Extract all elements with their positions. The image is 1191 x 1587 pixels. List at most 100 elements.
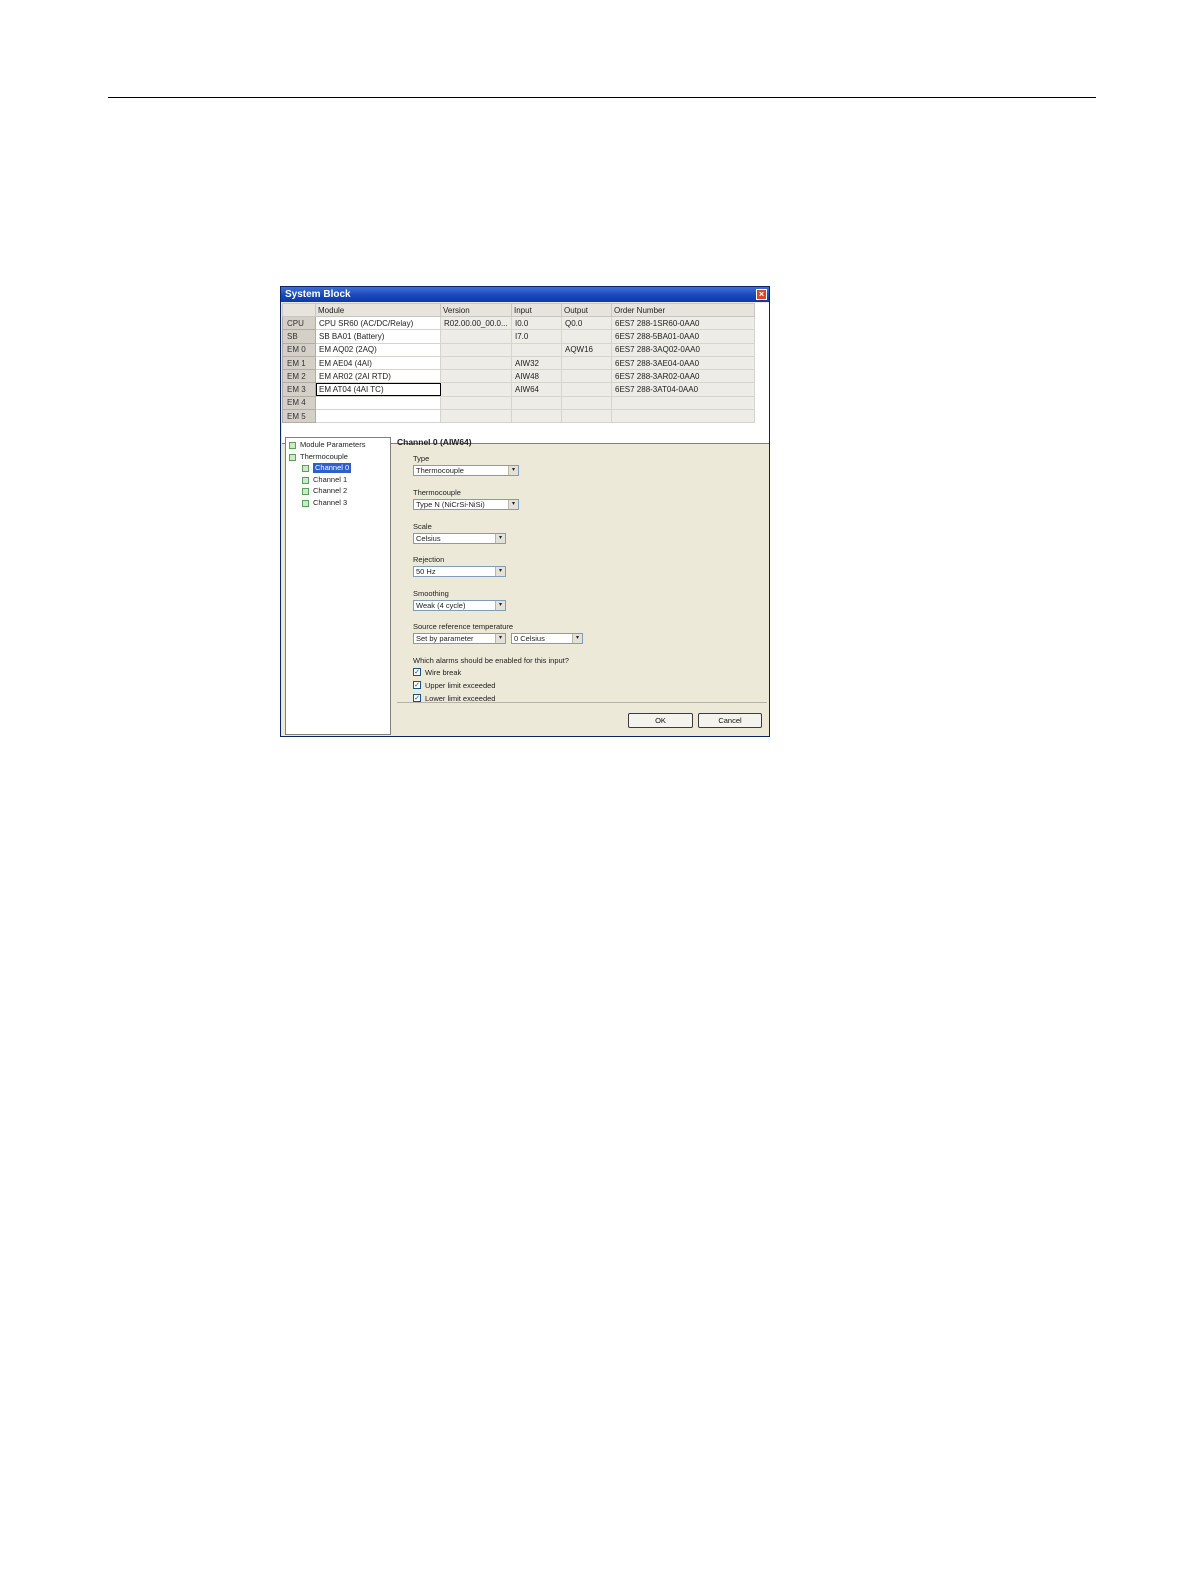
alarm-label: Upper limit exceeded: [425, 680, 496, 690]
cell-module[interactable]: [315, 409, 441, 424]
checkbox-checked-icon[interactable]: ✓: [413, 694, 421, 702]
thermocouple-value: Type N (NiCrSi-NiSi): [416, 500, 485, 509]
cell-input[interactable]: AIW48: [511, 369, 562, 384]
parameter-tree: Module Parameters Thermocouple Channel 0…: [285, 437, 391, 735]
module-icon: [289, 441, 296, 449]
table-row[interactable]: EM 0 EM AQ02 (2AQ) AQW16 6ES7 288-3AQ02-…: [282, 342, 755, 357]
cell-version: [440, 395, 512, 411]
cell-output[interactable]: [561, 329, 612, 344]
column-header-order-number[interactable]: Order Number: [611, 303, 755, 317]
column-header-version[interactable]: Version: [440, 303, 512, 317]
chevron-down-icon[interactable]: ▾: [495, 601, 505, 610]
cell-order-number: 6ES7 288-1SR60-0AA0: [611, 315, 755, 331]
alarm-wire-break[interactable]: ✓ Wire break: [413, 667, 461, 677]
row-slot: EM 2: [282, 369, 316, 384]
type-select[interactable]: Thermocouple ▾: [413, 465, 519, 476]
column-header-input[interactable]: Input: [511, 303, 562, 317]
cell-output[interactable]: [561, 395, 612, 411]
scale-select[interactable]: Celsius ▾: [413, 533, 506, 544]
cell-output[interactable]: [561, 355, 612, 371]
row-slot: EM 4: [282, 395, 316, 411]
module-table: Module Version Input Output Order Number…: [282, 303, 769, 444]
cell-version: [440, 329, 512, 344]
tree-item-channel-3[interactable]: Channel 3: [302, 498, 347, 508]
table-row[interactable]: EM 4: [282, 395, 755, 411]
cell-module[interactable]: EM AE04 (4AI): [315, 355, 441, 371]
dialog-title: System Block: [285, 289, 351, 300]
tree-item-label: Channel 3: [313, 498, 348, 507]
table-row[interactable]: CPU CPU SR60 (AC/DC/Relay) R02.00.00_00.…: [282, 315, 755, 331]
chevron-down-icon[interactable]: ▾: [495, 534, 505, 543]
cell-module[interactable]: EM AQ02 (2AQ): [315, 342, 441, 357]
cell-module-selected[interactable]: EM AT04 (4AI TC): [315, 382, 441, 397]
cell-input[interactable]: I7.0: [511, 329, 562, 344]
cell-version: [440, 369, 512, 384]
smoothing-label: Smoothing: [413, 589, 449, 598]
source-ref-temp-select[interactable]: 0 Celsius ▾: [511, 633, 583, 644]
row-slot: SB: [282, 329, 316, 344]
tree-item-thermocouple[interactable]: Thermocouple: [289, 452, 348, 462]
table-row-selected[interactable]: EM 3 EM AT04 (4AI TC) AIW64 6ES7 288-3AT…: [282, 382, 755, 397]
ok-button[interactable]: OK: [628, 713, 693, 728]
row-slot: EM 1: [282, 355, 316, 371]
cancel-button[interactable]: Cancel: [698, 713, 762, 728]
cell-order-number: 6ES7 288-3AQ02-0AA0: [611, 342, 755, 357]
chevron-down-icon[interactable]: ▾: [495, 567, 505, 576]
cell-output[interactable]: Q0.0: [561, 315, 612, 331]
cell-module[interactable]: SB BA01 (Battery): [315, 329, 441, 344]
alarm-upper-limit[interactable]: ✓ Upper limit exceeded: [413, 680, 495, 690]
rejection-select[interactable]: 50 Hz ▾: [413, 566, 506, 577]
cell-input[interactable]: AIW32: [511, 355, 562, 371]
module-table-header: Module Version Input Output Order Number: [282, 303, 755, 317]
type-label: Type: [413, 454, 430, 463]
alarms-label: Which alarms should be enabled for this …: [413, 656, 569, 665]
alarm-label: Wire break: [425, 667, 462, 677]
scale-value: Celsius: [416, 534, 441, 543]
cell-module[interactable]: EM AR02 (2AI RTD): [315, 369, 441, 384]
cell-order-number: 6ES7 288-5BA01-0AA0: [611, 329, 755, 344]
thermocouple-label: Thermocouple: [413, 488, 461, 497]
cell-output[interactable]: [561, 369, 612, 384]
cell-output[interactable]: [561, 409, 612, 424]
cell-output[interactable]: AQW16: [561, 342, 612, 357]
thermocouple-select[interactable]: Type N (NiCrSi-NiSi) ▾: [413, 499, 519, 510]
table-row[interactable]: SB SB BA01 (Battery) I7.0 6ES7 288-5BA01…: [282, 329, 755, 344]
dialog-titlebar: System Block ×: [281, 287, 769, 302]
source-ref-label: Source reference temperature: [413, 622, 514, 631]
table-row[interactable]: EM 2 EM AR02 (2AI RTD) AIW48 6ES7 288-3A…: [282, 369, 755, 384]
chevron-down-icon[interactable]: ▾: [495, 634, 505, 643]
type-value: Thermocouple: [416, 466, 464, 475]
source-ref-select[interactable]: Set by parameter ▾: [413, 633, 506, 644]
close-icon[interactable]: ×: [756, 289, 767, 300]
checkbox-checked-icon[interactable]: ✓: [413, 668, 421, 676]
cell-module[interactable]: [315, 395, 441, 411]
row-slot: EM 3: [282, 382, 316, 397]
cell-input[interactable]: [511, 342, 562, 357]
cell-module[interactable]: CPU SR60 (AC/DC/Relay): [315, 315, 441, 331]
table-row[interactable]: EM 5: [282, 409, 755, 424]
scale-label: Scale: [413, 522, 432, 531]
cell-version: R02.00.00_00.0...: [440, 315, 512, 331]
channel-panel: Channel 0 (AIW64) Type Thermocouple ▾ Th…: [397, 437, 767, 705]
column-header-module[interactable]: Module: [315, 303, 441, 317]
chevron-down-icon[interactable]: ▾: [572, 634, 582, 643]
cell-input[interactable]: I0.0: [511, 315, 562, 331]
chevron-down-icon[interactable]: ▾: [508, 466, 518, 475]
cell-output[interactable]: [561, 382, 612, 397]
channel-icon: [302, 464, 309, 472]
cell-input[interactable]: [511, 395, 562, 411]
tree-item-channel-0[interactable]: Channel 0: [302, 463, 352, 473]
row-slot: EM 0: [282, 342, 316, 357]
tree-item-channel-1[interactable]: Channel 1: [302, 475, 347, 485]
table-row[interactable]: EM 1 EM AE04 (4AI) AIW32 6ES7 288-3AE04-…: [282, 355, 755, 371]
chevron-down-icon[interactable]: ▾: [508, 500, 518, 509]
rejection-value: 50 Hz: [416, 567, 436, 576]
column-header-output[interactable]: Output: [561, 303, 612, 317]
smoothing-select[interactable]: Weak (4 cycle) ▾: [413, 600, 506, 611]
tree-item-module-parameters[interactable]: Module Parameters: [289, 440, 365, 450]
channel-icon: [302, 487, 309, 495]
cell-input[interactable]: [511, 409, 562, 424]
checkbox-checked-icon[interactable]: ✓: [413, 681, 421, 689]
cell-input[interactable]: AIW64: [511, 382, 562, 397]
tree-item-channel-2[interactable]: Channel 2: [302, 486, 347, 496]
